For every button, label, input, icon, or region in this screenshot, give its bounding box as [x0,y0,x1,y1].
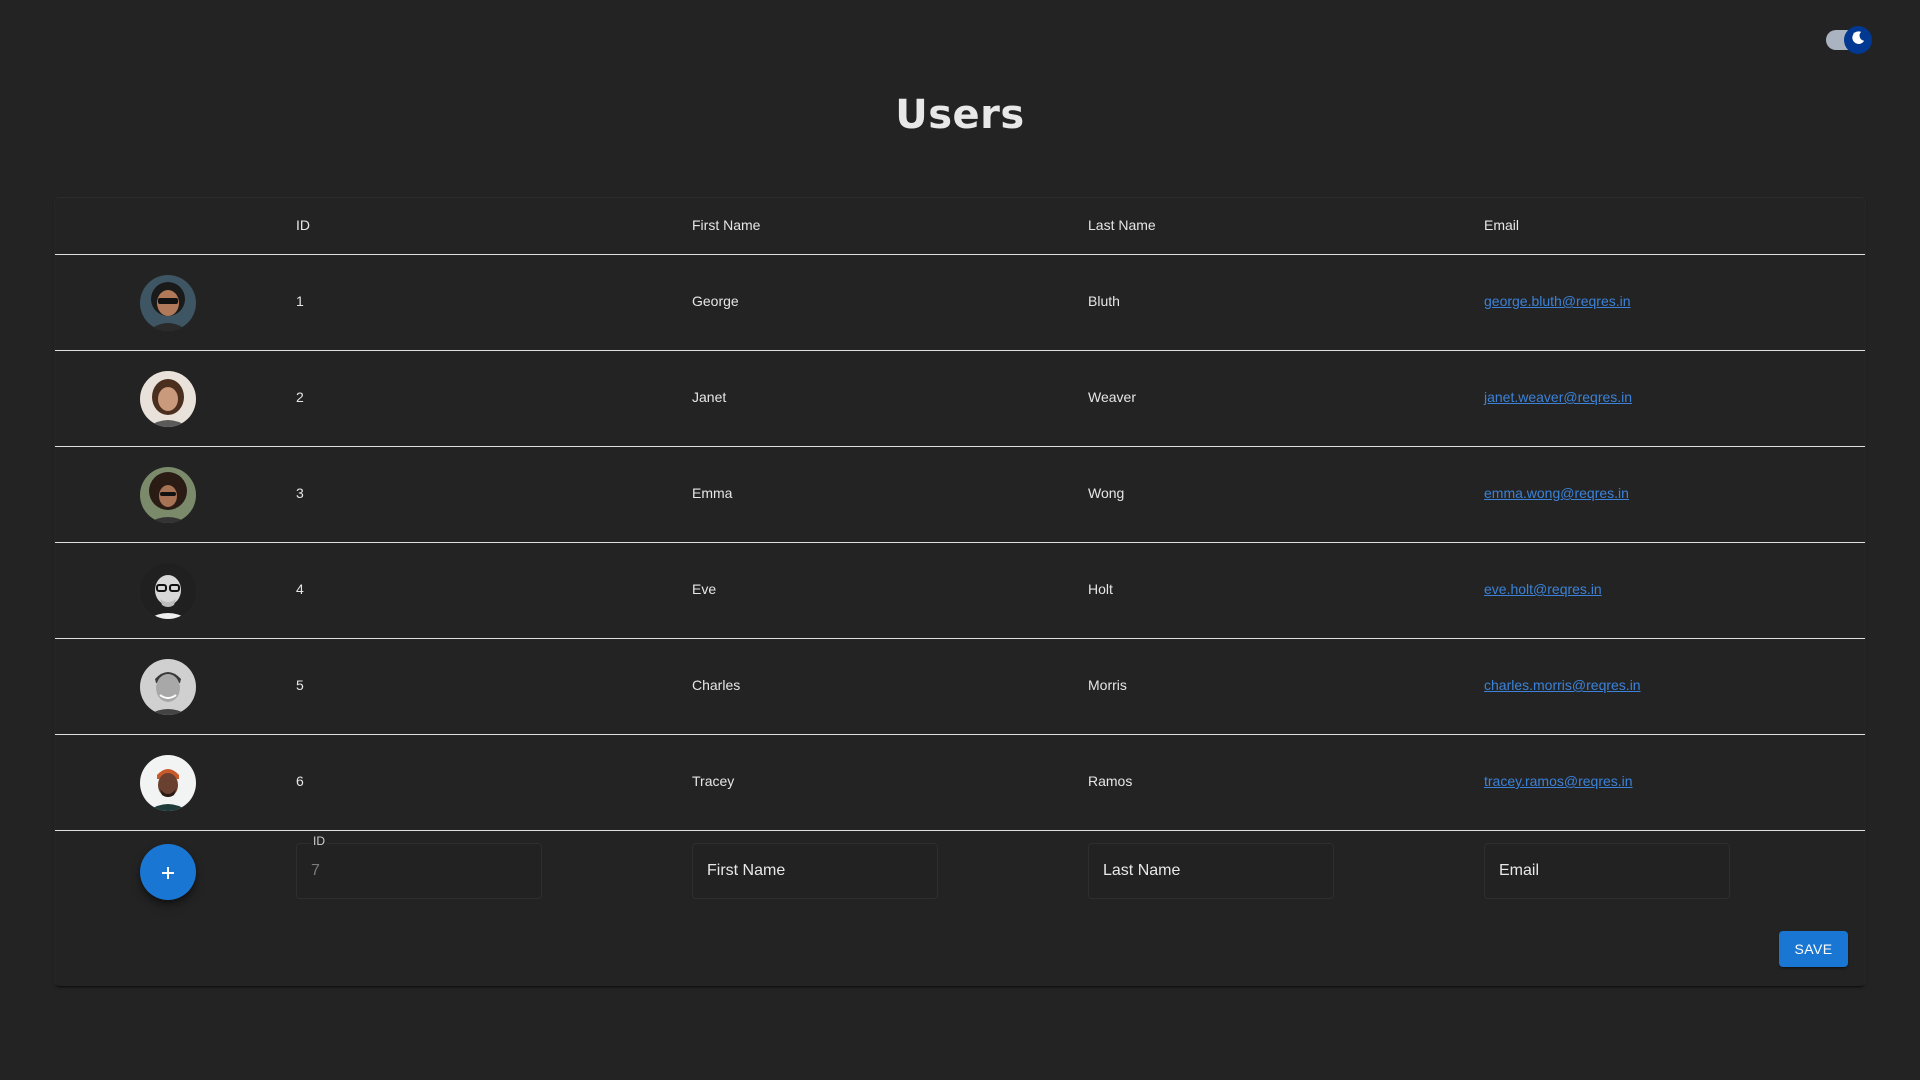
cell-last-name: Ramos [1088,773,1133,789]
email-link[interactable]: tracey.ramos@reqres.in [1484,773,1633,789]
cell-last-name: Wong [1088,485,1125,501]
avatar [140,563,196,619]
avatar [140,467,196,523]
cell-first-name: Janet [692,389,727,405]
first-name-input[interactable] [693,844,937,898]
id-field: ID [296,834,542,899]
theme-toggle[interactable] [1826,26,1874,54]
users-table: ID First Name Last Name Email 1 George B… [55,198,1865,986]
email-link[interactable]: charles.morris@reqres.in [1484,677,1641,693]
email-input[interactable] [1485,844,1729,898]
first-name-field [692,843,938,899]
new-user-row: ID SAVE [55,827,1865,986]
header-email: Email [1484,217,1520,233]
table-row: 4 Eve Holt eve.holt@reqres.in [55,543,1865,639]
cell-first-name: Eve [692,581,717,597]
last-name-field [1088,843,1334,899]
cell-last-name: Bluth [1088,293,1120,309]
cell-last-name: Weaver [1088,389,1136,405]
toggle-thumb [1844,26,1872,54]
table-row: 2 Janet Weaver janet.weaver@reqres.in [55,351,1865,447]
add-user-button[interactable] [140,844,196,900]
cell-first-name: George [692,293,739,309]
cell-id: 4 [296,581,304,597]
cell-id: 5 [296,677,304,693]
cell-first-name: Tracey [692,773,735,789]
cell-id: 6 [296,773,304,789]
email-field [1484,843,1730,899]
header-last-name: Last Name [1088,217,1156,233]
header-first-name: First Name [692,217,761,233]
header-id: ID [296,217,310,233]
table-row: 5 Charles Morris charles.morris@reqres.i… [55,639,1865,735]
page-title: Users [895,92,1025,138]
table-row: 6 Tracey Ramos tracey.ramos@reqres.in [55,735,1865,831]
id-field-label: ID [311,834,327,848]
cell-first-name: Charles [692,677,741,693]
cell-first-name: Emma [692,485,733,501]
table-row: 1 George Bluth george.bluth@reqres.in [55,255,1865,351]
cell-id: 1 [296,293,304,309]
table-header: ID First Name Last Name Email [55,198,1865,255]
moon-icon [1849,29,1867,52]
email-link[interactable]: eve.holt@reqres.in [1484,581,1602,597]
avatar [140,755,196,811]
email-link[interactable]: janet.weaver@reqres.in [1484,389,1632,405]
avatar [140,371,196,427]
avatar [140,275,196,331]
cell-last-name: Holt [1088,581,1113,597]
save-button[interactable]: SAVE [1779,931,1848,967]
cell-id: 3 [296,485,304,501]
id-input[interactable] [297,844,541,898]
cell-last-name: Morris [1088,677,1127,693]
email-link[interactable]: george.bluth@reqres.in [1484,293,1631,309]
cell-id: 2 [296,389,304,405]
email-link[interactable]: emma.wong@reqres.in [1484,485,1629,501]
last-name-input[interactable] [1089,844,1333,898]
table-row: 3 Emma Wong emma.wong@reqres.in [55,447,1865,543]
plus-icon [160,859,176,885]
avatar [140,659,196,715]
